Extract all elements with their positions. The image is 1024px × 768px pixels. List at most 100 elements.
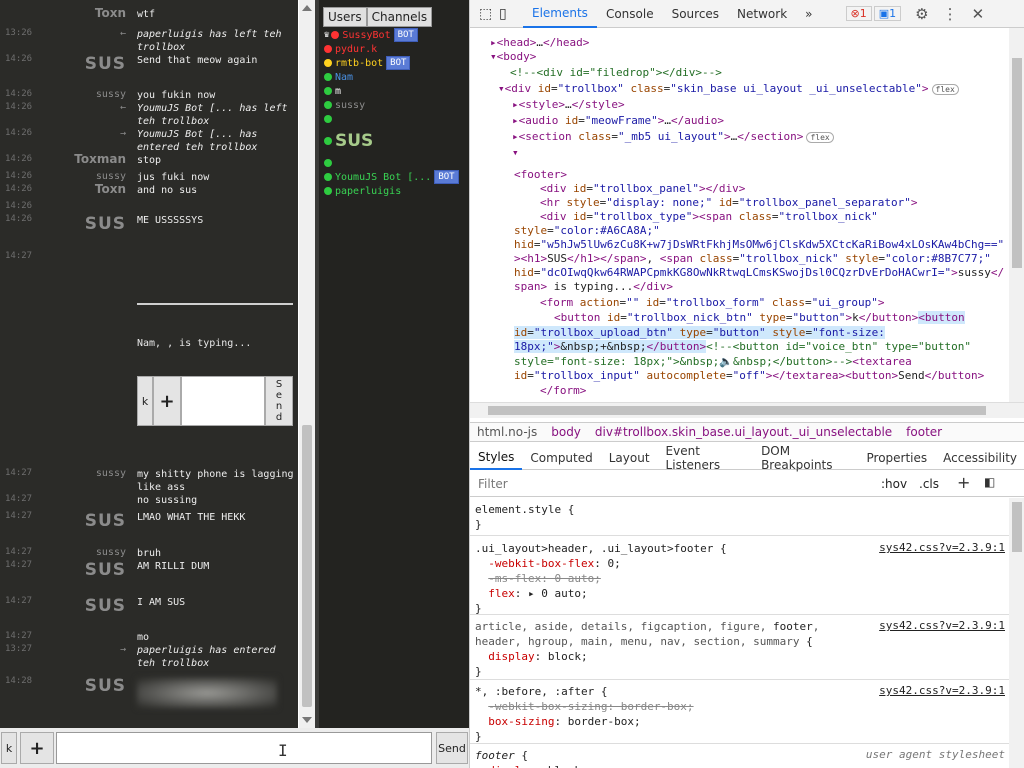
embedded-send-button[interactable]: Send (265, 376, 293, 426)
style-rule[interactable]: footer { display: block; user agent style… (470, 744, 1024, 768)
crumb-footer[interactable]: footer (899, 425, 949, 439)
close-icon[interactable]: ✕ (972, 5, 985, 23)
chat-log[interactable]: Toxn wtf 13:26 ← paperluigis has left teh tr… (0, 0, 298, 728)
styles-scroll-thumb[interactable] (1012, 502, 1022, 552)
styles-scrollbar[interactable] (1009, 498, 1024, 768)
user-item[interactable]: rmtb-bot BOT (324, 56, 469, 70)
tab-event-listeners[interactable]: Event Listeners (658, 444, 754, 472)
filter-input[interactable]: Filter (478, 477, 508, 491)
send-button[interactable]: Send (436, 732, 468, 764)
user-item[interactable]: pydur.k (324, 42, 469, 56)
rule-source-link[interactable]: sys42.css?v=2.3.9:1 (879, 619, 1005, 632)
tab-elements[interactable]: Elements (523, 0, 597, 28)
tab-channels[interactable]: Channels (366, 7, 433, 27)
vertical-scrollbar[interactable] (1009, 28, 1024, 402)
message-nick[interactable]: sussy (96, 89, 126, 100)
dom-node[interactable]: 18px;">&nbsp;+&nbsp;</button><!--<button… (514, 340, 971, 354)
user-item[interactable]: Nam (324, 70, 469, 84)
tab-users[interactable]: Users (323, 7, 367, 27)
styles-filter[interactable]: Filter :hov .cls + ◧ (470, 471, 1024, 497)
message-nick[interactable]: SUS (85, 560, 126, 580)
dom-node[interactable]: ▸<head>…</head> (490, 36, 589, 50)
dom-node[interactable]: hid="w5hJw5lUw6zCu8K+w7jDsWRtFkhjMsOMw6j… (514, 238, 1004, 252)
user-item[interactable] (324, 156, 469, 170)
message-nick[interactable]: → (120, 644, 126, 655)
embedded-nick-button[interactable]: k (137, 376, 153, 426)
dom-node[interactable]: <form action="" id="trollbox_form" class… (540, 296, 884, 310)
style-rule[interactable]: *, :before, :after { -webkit-box-sizing:… (470, 680, 1024, 744)
user-item[interactable]: ♛ SussyBot BOT (324, 28, 469, 42)
kebab-menu-icon[interactable]: ⋮ (943, 5, 958, 23)
message-nick[interactable]: sussy (96, 171, 126, 182)
gear-icon[interactable]: ⚙ (915, 5, 928, 23)
message-nick[interactable]: Toxman (74, 152, 126, 166)
dom-node[interactable]: id="trollbox_upload_btn" type="button" s… (514, 326, 885, 340)
rule-source-link[interactable]: sys42.css?v=2.3.9:1 (879, 541, 1005, 554)
user-item[interactable]: sussy (324, 98, 469, 112)
message-nick[interactable]: sussy (96, 468, 126, 479)
tab-properties[interactable]: Properties (859, 446, 936, 470)
chat-scrollbar[interactable] (299, 0, 315, 728)
dom-node[interactable]: <hr style="display: none;" id="trollbox_… (540, 196, 918, 210)
dom-node[interactable]: style="color:#A6CA8A;" (514, 224, 660, 238)
dom-node[interactable]: id="trollbox_input" autocomplete="off"><… (514, 369, 984, 383)
tab-styles[interactable]: Styles (470, 446, 523, 470)
dom-node[interactable]: </form> (540, 384, 586, 398)
embedded-upload-button[interactable]: + (153, 376, 181, 426)
cls-button[interactable]: .cls (919, 477, 939, 491)
v-scroll-thumb[interactable] (1012, 58, 1022, 268)
horizontal-scrollbar[interactable] (470, 402, 1024, 418)
user-item[interactable]: m (324, 84, 469, 98)
tab-layout[interactable]: Layout (601, 446, 658, 470)
tab-dom-breakpoints[interactable]: DOM Breakpoints (753, 444, 858, 472)
dom-node[interactable]: span> is typing...</div> (514, 280, 673, 294)
scroll-thumb[interactable] (302, 425, 312, 707)
message-nick[interactable]: Toxn (95, 6, 126, 20)
tab-computed[interactable]: Computed (522, 446, 600, 470)
more-tabs-icon[interactable]: » (796, 0, 821, 28)
message-nick[interactable]: SUS (85, 596, 126, 616)
user-item[interactable] (324, 112, 469, 126)
message-nick[interactable]: SUS (85, 54, 126, 74)
hov-button[interactable]: :hov (881, 477, 907, 491)
tab-accessibility[interactable]: Accessibility (935, 446, 1024, 470)
dom-node[interactable]: ▾<body> (490, 50, 536, 64)
rule-source-link[interactable]: sys42.css?v=2.3.9:1 (879, 684, 1005, 697)
nick-button[interactable]: k (1, 732, 17, 764)
new-rule-icon[interactable]: + (957, 473, 970, 492)
tab-network[interactable]: Network (728, 0, 796, 28)
style-rule[interactable]: element.style {} (470, 498, 1024, 536)
message-nick[interactable]: ← (120, 102, 126, 113)
message-nick[interactable]: ← (120, 28, 126, 39)
h-scroll-thumb[interactable] (488, 406, 986, 415)
dom-node[interactable]: style="font-size: 18px;">&nbsp;🔈&nbsp;</… (514, 355, 912, 369)
dom-node[interactable]: hid="dcOIwqQkw64RWAPCpmkKG8OwNkRtwqLCmsK… (514, 266, 1004, 280)
dom-node[interactable]: <button id="trollbox_nick_btn" type="but… (554, 311, 965, 325)
user-item[interactable]: SUS (324, 126, 469, 156)
message-nick[interactable]: Toxn (95, 182, 126, 196)
inspect-icon[interactable]: ⬚ (479, 6, 499, 22)
dom-node[interactable]: ▸<style>…</style> (512, 98, 625, 112)
message-badge[interactable]: ▣1 (873, 6, 902, 21)
dom-node[interactable]: <div id="trollbox_type"><span class="tro… (540, 210, 878, 224)
dom-node[interactable]: ▸<audio id="meowFrame">…</audio> (512, 114, 724, 128)
message-nick[interactable]: sussy (96, 547, 126, 558)
dom-node[interactable]: ▾ (512, 146, 519, 160)
device-toggle-icon[interactable]: ▯ (499, 6, 523, 22)
chat-input[interactable]: I (56, 732, 432, 764)
user-item[interactable]: YoumuJS Bot [... BOT (324, 170, 469, 184)
scroll-down-arrow-icon[interactable] (302, 717, 312, 723)
dom-node[interactable]: <footer> (514, 168, 567, 182)
crumb-html[interactable]: html.no-js (470, 425, 544, 439)
dom-node[interactable]: ▸<section class="_mb5 ui_layout">…</sect… (512, 130, 834, 145)
style-rule[interactable]: .ui_layout>header, .ui_layout>footer { -… (470, 537, 1024, 615)
user-item[interactable]: paperluigis (324, 184, 469, 198)
dom-node[interactable]: ▾<div id="trollbox" class="skin_base ui_… (498, 82, 959, 97)
elements-tree[interactable]: ▸<head>…</head> ▾<body> <!--<div id="filed… (470, 28, 1010, 400)
scroll-up-arrow-icon[interactable] (302, 5, 312, 11)
crumb-body[interactable]: body (544, 425, 588, 439)
message-nick[interactable]: → (120, 128, 126, 139)
error-badge[interactable]: ⊗1 (845, 6, 872, 21)
embedded-input[interactable] (181, 376, 265, 426)
dom-node[interactable]: <div id="trollbox_panel"></div> (540, 182, 745, 196)
